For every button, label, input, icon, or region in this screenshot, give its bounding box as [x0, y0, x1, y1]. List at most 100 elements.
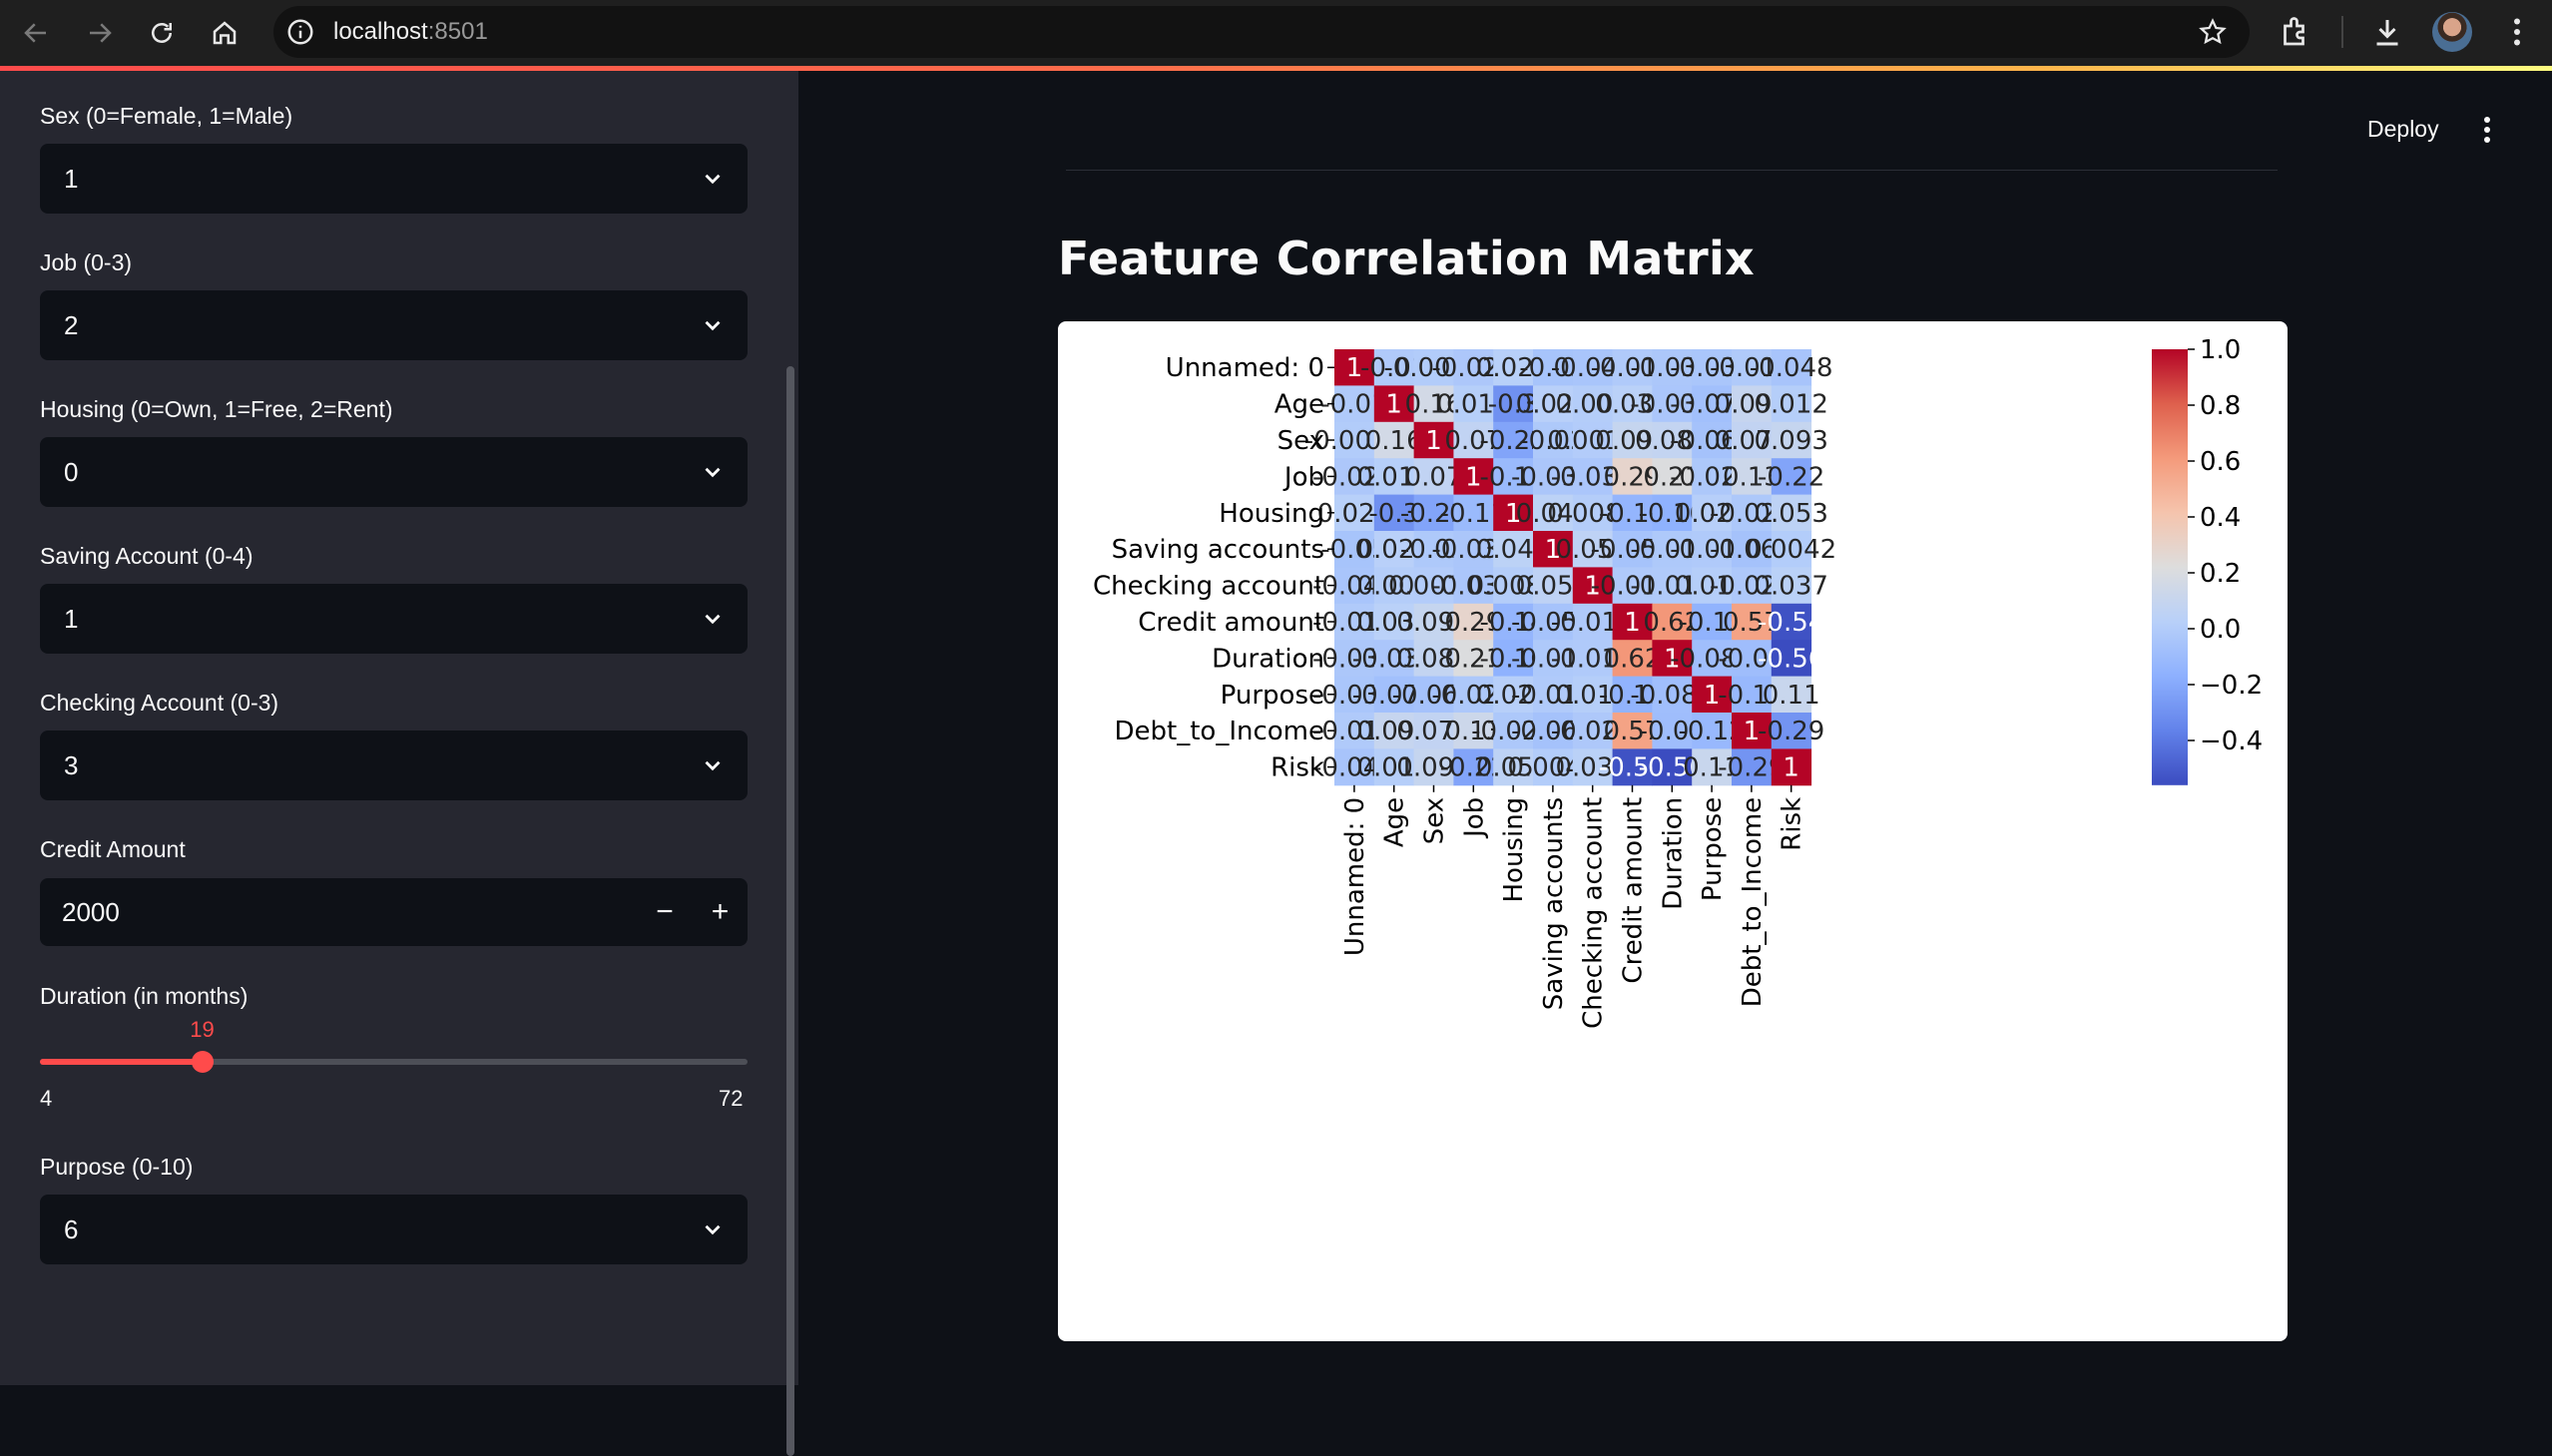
chevron-down-icon — [705, 467, 721, 478]
colorbar-tick-label: 0.4 — [2200, 503, 2241, 533]
forward-icon[interactable] — [76, 9, 124, 57]
saving-account-select[interactable]: 1 — [40, 584, 748, 654]
colorbar-tick-label: 0.6 — [2200, 447, 2241, 477]
cell-value-label: 0.093 — [1754, 426, 1827, 456]
profile-avatar[interactable] — [2432, 12, 2472, 52]
cell-value-label: 0.012 — [1754, 390, 1827, 420]
purpose-select[interactable]: 6 — [40, 1195, 748, 1264]
credit-amount-input[interactable]: 2000 − + — [40, 878, 748, 946]
x-tick-label: Sex — [1420, 797, 1450, 844]
reload-icon[interactable] — [138, 9, 186, 57]
sex-select[interactable]: 1 — [40, 144, 748, 214]
chevron-down-icon — [705, 614, 721, 625]
duration-slider-fill — [40, 1059, 203, 1065]
slider-current-value: 19 — [190, 1017, 215, 1042]
cell-value-label: -0.22 — [1758, 462, 1824, 492]
colorbar-tick-label: 1.0 — [2200, 335, 2241, 365]
cell-value-label: 1 — [1425, 426, 1442, 456]
x-tick-label: Age — [1380, 797, 1410, 847]
y-tick-label: Risk — [1271, 753, 1324, 783]
url-text: localhost:8501 — [333, 18, 488, 45]
chevron-down-icon — [705, 760, 721, 771]
cell-value-label: 0.053 — [1754, 499, 1827, 529]
bookmark-star-icon[interactable] — [2198, 17, 2228, 47]
colorbar-tick-label: −0.4 — [2200, 727, 2263, 756]
browser-toolbar: localhost:8501 — [0, 0, 2552, 66]
duration-slider-thumb[interactable] — [191, 1051, 214, 1073]
checking-account-select[interactable]: 3 — [40, 730, 748, 800]
credit-amount-label: Credit Amount — [40, 836, 186, 862]
deploy-button[interactable]: Deploy — [2367, 116, 2439, 143]
cell-value-label: 1 — [1783, 753, 1799, 783]
back-icon[interactable] — [12, 9, 60, 57]
purpose-selected-value: 6 — [64, 1214, 79, 1244]
saving-account-label: Saving Account (0-4) — [40, 543, 254, 569]
main-menu-icon[interactable] — [2475, 112, 2499, 148]
cell-value-label: 1 — [1624, 608, 1641, 638]
x-tick-label: Debt_to_Income — [1738, 797, 1768, 1008]
x-tick-label: Unnamed: 0 — [1340, 797, 1370, 956]
job-selected-value: 2 — [64, 310, 79, 340]
purpose-label: Purpose (0-10) — [40, 1154, 194, 1180]
checking-account-selected-value: 3 — [64, 750, 79, 780]
duration-slider-track[interactable] — [40, 1059, 748, 1065]
x-tick-label: Housing — [1499, 797, 1529, 903]
housing-select[interactable]: 0 — [40, 437, 748, 507]
cell-value-label: 0.0042 — [1746, 535, 1836, 565]
cell-value-label: 1 — [1385, 390, 1402, 420]
slider-min-label: 4 — [40, 1086, 53, 1111]
x-tick-label: Job — [1459, 797, 1489, 839]
job-select[interactable]: 2 — [40, 290, 748, 360]
home-icon[interactable] — [201, 9, 249, 57]
sidebar-scrollbar[interactable] — [786, 366, 794, 1456]
y-tick-label: Sex — [1277, 426, 1324, 456]
site-info-icon[interactable] — [285, 17, 315, 47]
correlation-heatmap: 1-0.01-0.0017-0.0270.025-0.05-0.043-0.01… — [1093, 335, 2263, 1029]
x-tick-label: Credit amount — [1619, 797, 1649, 984]
colorbar — [2152, 349, 2188, 785]
saving-account-selected-value: 1 — [64, 604, 79, 634]
x-tick-label: Risk — [1778, 797, 1807, 851]
slider-max-label: 72 — [719, 1086, 744, 1111]
colorbar-tick-label: −0.2 — [2200, 671, 2263, 701]
y-tick-label: Housing — [1219, 499, 1324, 529]
y-tick-label: Saving accounts — [1112, 535, 1324, 565]
x-tick-label: Purpose — [1698, 797, 1728, 901]
header-divider — [1066, 170, 2278, 171]
job-label: Job (0-3) — [40, 249, 133, 275]
sex-label: Sex (0=Female, 1=Male) — [40, 103, 293, 129]
cell-value-label: -0.048 — [1750, 353, 1833, 383]
y-tick-label: Purpose — [1221, 681, 1324, 711]
y-tick-label: Debt_to_Income — [1115, 717, 1325, 746]
chevron-down-icon — [705, 174, 721, 185]
cell-value-label: 0.11 — [1763, 681, 1820, 711]
x-tick-label: Duration — [1658, 797, 1688, 910]
checking-account-label: Checking Account (0-3) — [40, 690, 279, 716]
download-icon[interactable] — [2369, 14, 2405, 50]
cell-value-label: 0.037 — [1754, 572, 1827, 602]
y-tick-label: Checking account — [1093, 572, 1324, 602]
y-tick-label: Unnamed: 0 — [1166, 353, 1324, 383]
housing-selected-value: 0 — [64, 457, 79, 487]
housing-label: Housing (0=Own, 1=Free, 2=Rent) — [40, 396, 393, 422]
duration-label: Duration (in months) — [40, 983, 249, 1009]
x-tick-label: Checking account — [1579, 797, 1609, 1029]
sidebar: Sex (0=Female, 1=Male) 1 Job (0-3) 2 Hou… — [0, 71, 798, 1456]
page-title: Feature Correlation Matrix — [1058, 232, 1756, 285]
decrement-button[interactable]: − — [637, 878, 693, 946]
colorbar-tick-label: 0.8 — [2200, 391, 2241, 421]
chevron-down-icon — [705, 320, 721, 331]
correlation-heatmap-figure: 1 -0.01 -0.0017 -0.027 0.025 -0.05 -0.043 -0.01… — [1058, 321, 2288, 1341]
colorbar-tick-label: 0.2 — [2200, 559, 2241, 589]
extensions-icon[interactable] — [2278, 14, 2313, 50]
chevron-down-icon — [705, 1224, 721, 1235]
credit-amount-value[interactable]: 2000 — [62, 897, 120, 928]
y-tick-label: Age — [1275, 390, 1324, 420]
browser-menu-icon[interactable] — [2499, 14, 2535, 50]
address-bar[interactable]: localhost:8501 — [273, 6, 2250, 58]
cell-value-label: -0.56 — [1758, 644, 1824, 674]
y-tick-label: Credit amount — [1138, 608, 1324, 638]
increment-button[interactable]: + — [693, 878, 748, 946]
cell-value-label: -0.29 — [1758, 717, 1824, 746]
x-tick-label: Saving accounts — [1539, 797, 1569, 1010]
